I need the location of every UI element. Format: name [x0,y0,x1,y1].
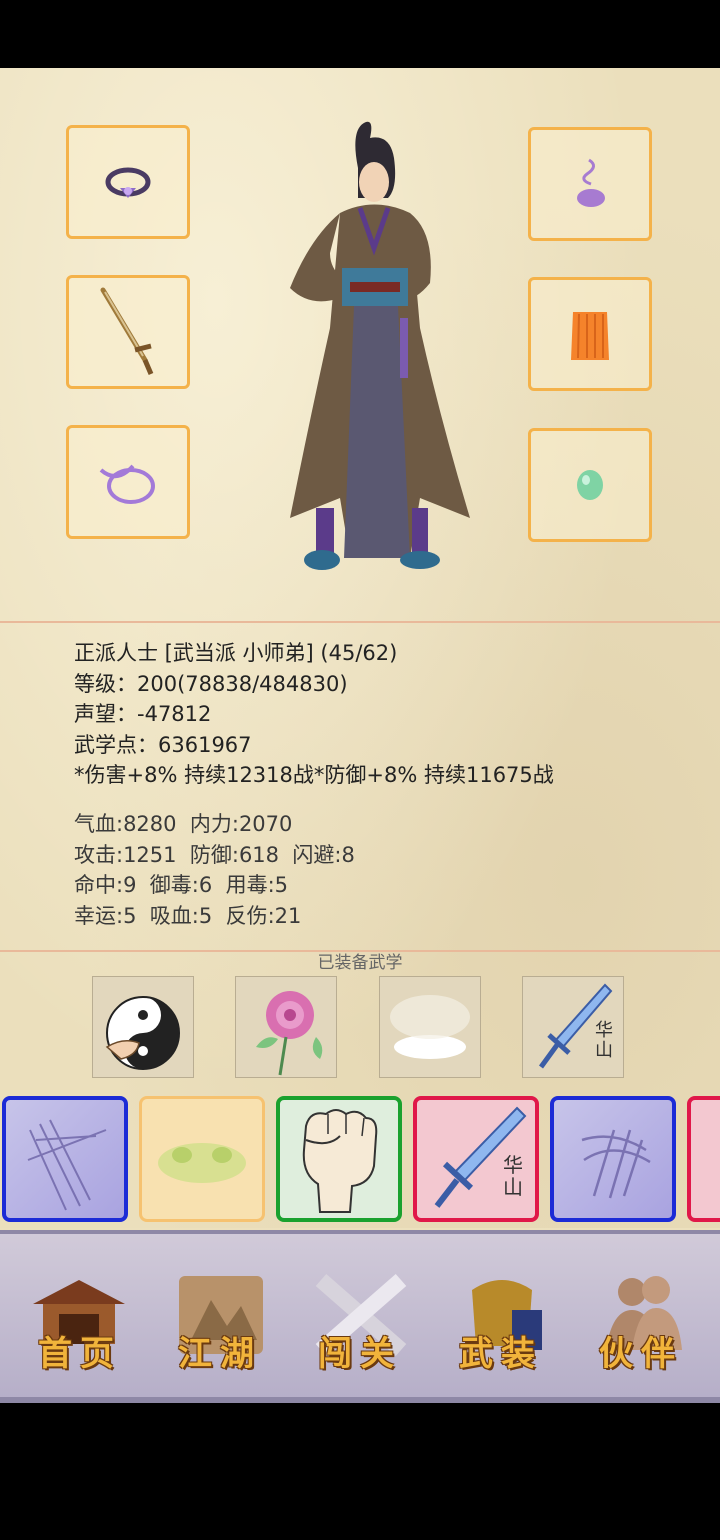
nav-partner[interactable]: 伙伴 [576,1234,706,1399]
skill-taiji[interactable] [92,976,194,1078]
nav-challenge-label: 闯关 [318,1334,402,1374]
card-huashan-sword[interactable]: 华山 [413,1096,539,1222]
title-line: 正派人士 [武当派 小师弟] (45/62) [74,641,398,665]
nav-challenge[interactable]: 闯关 [295,1234,425,1399]
buffs-line: *伤害+8% 持续12318战*防御+8% 持续11675战 [74,763,554,787]
rose-icon [256,991,323,1076]
card-huashan-text: 华山 [503,1153,523,1199]
level-line: 等级：200(78838/484830) [74,671,348,696]
stats-row-3: 命中:9 御毒:6 用毒:5 [74,873,289,897]
equip-slot-ring[interactable] [66,125,190,239]
stats-block: 气血:8280 内力:2070 攻击:1251 防御:618 闪避:8 命中:9… [74,809,355,931]
card-toad[interactable] [139,1096,265,1222]
scratch-icon [581,1129,651,1199]
equip-slot-armor[interactable] [528,277,652,391]
game-screen: 正派人士 [武当派 小师弟] (45/62) 等级：200(78838/4848… [0,68,720,1403]
stats-row-2: 攻击:1251 防御:618 闪避:8 [74,842,355,867]
card-partial[interactable] [687,1096,720,1222]
equip-slot-weapon[interactable] [66,275,190,389]
equipped-skills-label: 已装备武学 [317,953,403,973]
huashan-text: 华山 [595,1020,613,1061]
nav-jianghu[interactable]: 江湖 [155,1234,285,1399]
slash-icon [27,1119,107,1211]
card-fist[interactable] [276,1096,402,1222]
divider-top [0,621,720,623]
fist-icon [302,1109,378,1213]
martial-points-line: 武学点：6361967 [74,732,252,757]
nav-home[interactable]: 首页 [15,1234,145,1399]
toad-icon [158,1143,246,1183]
stats-row-1: 气血:8280 内力:2070 [74,812,293,836]
nav-jianghu-label: 江湖 [178,1334,262,1374]
nav-gear-label: 武装 [459,1334,543,1374]
jade-icon [577,470,603,500]
nav-bottom-edge [0,1397,720,1403]
bracelet-icon [99,464,155,504]
skill-huashan-sword[interactable]: 华山 [522,976,624,1078]
hairpin-icon [577,158,605,207]
skill-rose[interactable] [235,976,337,1078]
nav-gear[interactable]: 武装 [436,1234,566,1399]
stats-row-4: 幸运:5 吸血:5 反伤:21 [74,903,302,928]
skill-cloud[interactable] [379,976,481,1078]
card-slash[interactable] [2,1096,128,1222]
card-scratch[interactable] [550,1096,676,1222]
character-portrait [290,121,470,570]
nav-partner-label: 伙伴 [599,1334,683,1374]
cloud-icon [390,995,470,1059]
nav-home-label: 首页 [38,1334,122,1374]
reputation-line: 声望：-47812 [74,702,212,726]
sword-icon [100,287,154,375]
equip-slot-jade[interactable] [528,428,652,542]
equip-slot-hat[interactable] [528,127,652,241]
ring-icon [105,167,151,198]
bottom-nav: 首页 江湖 闯关 武装 伙伴 [0,1230,720,1403]
equip-slot-accessory[interactable] [66,425,190,539]
taiji-icon [105,996,180,1070]
character-info: 正派人士 [武当派 小师弟] (45/62) 等级：200(78838/4848… [74,638,554,791]
armor-icon [571,312,609,360]
